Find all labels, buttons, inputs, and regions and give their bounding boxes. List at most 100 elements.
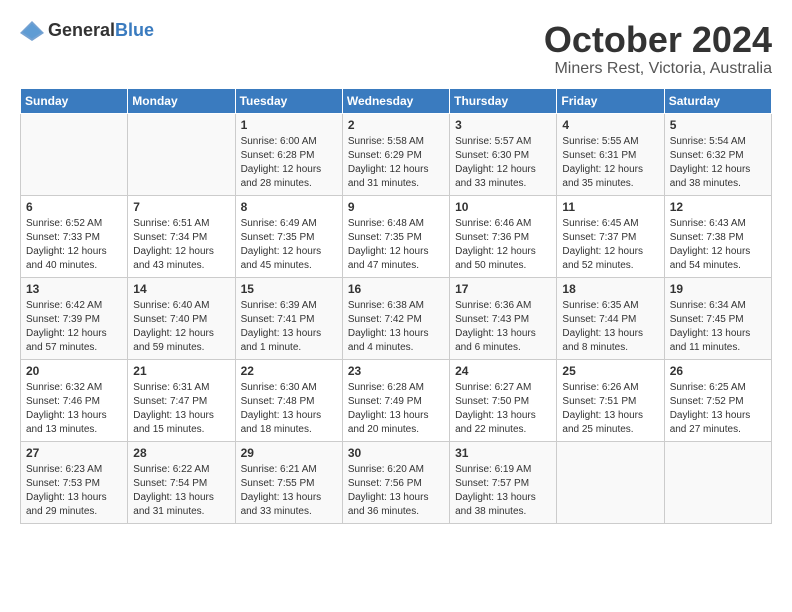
calendar-cell: 31 Sunrise: 6:19 AMSunset: 7:57 PMDayligh… xyxy=(450,441,557,523)
calendar-cell: 18 Sunrise: 6:35 AMSunset: 7:44 PMDayligh… xyxy=(557,277,664,359)
day-detail: Sunrise: 6:46 AMSunset: 7:36 PMDaylight:… xyxy=(455,217,551,273)
calendar-cell: 10 Sunrise: 6:46 AMSunset: 7:36 PMDayligh… xyxy=(450,195,557,277)
day-detail: Sunrise: 6:23 AMSunset: 7:53 PMDaylight:… xyxy=(26,463,122,519)
day-number: 6 xyxy=(26,200,122,214)
day-number: 3 xyxy=(455,118,551,132)
calendar-cell: 21Sunrise: 6:31 AMSunset: 7:47 PMDayligh… xyxy=(128,359,235,441)
calendar-cell: 26 Sunrise: 6:25 AMSunset: 7:52 PMDayligh… xyxy=(664,359,771,441)
day-number: 5 xyxy=(670,118,766,132)
day-detail: Sunrise: 6:52 AMSunset: 7:33 PMDaylight:… xyxy=(26,217,122,273)
title-block: October 2024 Miners Rest, Victoria, Aust… xyxy=(544,20,772,78)
month-title: October 2024 xyxy=(544,20,772,60)
day-detail: Sunrise: 6:42 AMSunset: 7:39 PMDaylight:… xyxy=(26,299,122,355)
day-number: 28 xyxy=(133,446,229,460)
weekday-header-monday: Monday xyxy=(128,88,235,113)
calendar-cell: 4 Sunrise: 5:55 AMSunset: 6:31 PMDaylight… xyxy=(557,113,664,195)
day-number: 2 xyxy=(348,118,444,132)
day-number: 19 xyxy=(670,282,766,296)
logo-icon xyxy=(20,21,44,41)
logo-text: GeneralBlue xyxy=(48,20,154,41)
logo: GeneralBlue xyxy=(20,20,154,41)
day-detail: Sunrise: 6:34 AMSunset: 7:45 PMDaylight:… xyxy=(670,299,766,355)
day-number: 27 xyxy=(26,446,122,460)
day-detail: Sunrise: 6:31 AMSunset: 7:47 PMDaylight:… xyxy=(133,381,229,437)
calendar-cell xyxy=(557,441,664,523)
day-detail: Sunrise: 6:39 AMSunset: 7:41 PMDaylight:… xyxy=(241,299,337,355)
day-number: 1 xyxy=(241,118,337,132)
day-detail: Sunrise: 6:26 AMSunset: 7:51 PMDaylight:… xyxy=(562,381,658,437)
day-detail: Sunrise: 6:19 AMSunset: 7:57 PMDaylight:… xyxy=(455,463,551,519)
calendar-week-row: 6 Sunrise: 6:52 AMSunset: 7:33 PMDaylight… xyxy=(21,195,772,277)
day-number: 12 xyxy=(670,200,766,214)
calendar-cell: 15 Sunrise: 6:39 AMSunset: 7:41 PMDayligh… xyxy=(235,277,342,359)
page-header: GeneralBlue October 2024 Miners Rest, Vi… xyxy=(20,20,772,78)
calendar-cell: 16 Sunrise: 6:38 AMSunset: 7:42 PMDayligh… xyxy=(342,277,449,359)
weekday-header-saturday: Saturday xyxy=(664,88,771,113)
calendar-week-row: 27 Sunrise: 6:23 AMSunset: 7:53 PMDayligh… xyxy=(21,441,772,523)
calendar-cell: 25 Sunrise: 6:26 AMSunset: 7:51 PMDayligh… xyxy=(557,359,664,441)
day-number: 13 xyxy=(26,282,122,296)
calendar-cell: 5Sunrise: 5:54 AMSunset: 6:32 PMDaylight… xyxy=(664,113,771,195)
day-detail: Sunrise: 6:28 AMSunset: 7:49 PMDaylight:… xyxy=(348,381,444,437)
calendar-cell: 28 Sunrise: 6:22 AMSunset: 7:54 PMDayligh… xyxy=(128,441,235,523)
calendar-cell: 12 Sunrise: 6:43 AMSunset: 7:38 PMDayligh… xyxy=(664,195,771,277)
calendar-cell: 8Sunrise: 6:49 AMSunset: 7:35 PMDaylight… xyxy=(235,195,342,277)
day-number: 10 xyxy=(455,200,551,214)
day-number: 25 xyxy=(562,364,658,378)
day-detail: Sunrise: 5:55 AMSunset: 6:31 PMDaylight:… xyxy=(562,135,658,191)
day-detail: Sunrise: 6:43 AMSunset: 7:38 PMDaylight:… xyxy=(670,217,766,273)
day-detail: Sunrise: 6:32 AMSunset: 7:46 PMDaylight:… xyxy=(26,381,122,437)
day-number: 7 xyxy=(133,200,229,214)
weekday-header-thursday: Thursday xyxy=(450,88,557,113)
day-number: 24 xyxy=(455,364,551,378)
day-number: 16 xyxy=(348,282,444,296)
day-number: 23 xyxy=(348,364,444,378)
logo-blue: Blue xyxy=(115,20,154,40)
logo-general: General xyxy=(48,20,115,40)
calendar-cell: 22Sunrise: 6:30 AMSunset: 7:48 PMDayligh… xyxy=(235,359,342,441)
day-detail: Sunrise: 6:38 AMSunset: 7:42 PMDaylight:… xyxy=(348,299,444,355)
weekday-header-sunday: Sunday xyxy=(21,88,128,113)
calendar-cell: 13 Sunrise: 6:42 AMSunset: 7:39 PMDayligh… xyxy=(21,277,128,359)
calendar-cell: 20 Sunrise: 6:32 AMSunset: 7:46 PMDayligh… xyxy=(21,359,128,441)
day-detail: Sunrise: 6:48 AMSunset: 7:35 PMDaylight:… xyxy=(348,217,444,273)
calendar-cell: 19 Sunrise: 6:34 AMSunset: 7:45 PMDayligh… xyxy=(664,277,771,359)
weekday-header-wednesday: Wednesday xyxy=(342,88,449,113)
calendar-cell xyxy=(664,441,771,523)
weekday-header-tuesday: Tuesday xyxy=(235,88,342,113)
day-number: 11 xyxy=(562,200,658,214)
day-number: 31 xyxy=(455,446,551,460)
day-detail: Sunrise: 6:00 AMSunset: 6:28 PMDaylight:… xyxy=(241,135,337,191)
day-detail: Sunrise: 6:35 AMSunset: 7:44 PMDaylight:… xyxy=(562,299,658,355)
location-title: Miners Rest, Victoria, Australia xyxy=(544,60,772,78)
day-detail: Sunrise: 5:58 AMSunset: 6:29 PMDaylight:… xyxy=(348,135,444,191)
day-detail: Sunrise: 6:27 AMSunset: 7:50 PMDaylight:… xyxy=(455,381,551,437)
calendar-cell: 9 Sunrise: 6:48 AMSunset: 7:35 PMDaylight… xyxy=(342,195,449,277)
day-detail: Sunrise: 6:25 AMSunset: 7:52 PMDaylight:… xyxy=(670,381,766,437)
calendar-cell: 27 Sunrise: 6:23 AMSunset: 7:53 PMDayligh… xyxy=(21,441,128,523)
day-detail: Sunrise: 6:22 AMSunset: 7:54 PMDaylight:… xyxy=(133,463,229,519)
calendar-cell: 23 Sunrise: 6:28 AMSunset: 7:49 PMDayligh… xyxy=(342,359,449,441)
calendar-cell: 30 Sunrise: 6:20 AMSunset: 7:56 PMDayligh… xyxy=(342,441,449,523)
day-number: 29 xyxy=(241,446,337,460)
day-number: 14 xyxy=(133,282,229,296)
day-number: 26 xyxy=(670,364,766,378)
day-detail: Sunrise: 6:40 AMSunset: 7:40 PMDaylight:… xyxy=(133,299,229,355)
calendar-week-row: 1 Sunrise: 6:00 AMSunset: 6:28 PMDaylight… xyxy=(21,113,772,195)
weekday-header-row: SundayMondayTuesdayWednesdayThursdayFrid… xyxy=(21,88,772,113)
day-number: 15 xyxy=(241,282,337,296)
calendar-cell: 2 Sunrise: 5:58 AMSunset: 6:29 PMDaylight… xyxy=(342,113,449,195)
calendar-cell: 14 Sunrise: 6:40 AMSunset: 7:40 PMDayligh… xyxy=(128,277,235,359)
calendar-cell: 29Sunrise: 6:21 AMSunset: 7:55 PMDayligh… xyxy=(235,441,342,523)
calendar-table: SundayMondayTuesdayWednesdayThursdayFrid… xyxy=(20,88,772,524)
day-number: 18 xyxy=(562,282,658,296)
day-number: 4 xyxy=(562,118,658,132)
day-number: 30 xyxy=(348,446,444,460)
day-detail: Sunrise: 6:51 AMSunset: 7:34 PMDaylight:… xyxy=(133,217,229,273)
calendar-cell xyxy=(128,113,235,195)
calendar-cell: 17Sunrise: 6:36 AMSunset: 7:43 PMDayligh… xyxy=(450,277,557,359)
day-number: 20 xyxy=(26,364,122,378)
day-number: 9 xyxy=(348,200,444,214)
day-detail: Sunrise: 6:20 AMSunset: 7:56 PMDaylight:… xyxy=(348,463,444,519)
calendar-cell: 24 Sunrise: 6:27 AMSunset: 7:50 PMDayligh… xyxy=(450,359,557,441)
